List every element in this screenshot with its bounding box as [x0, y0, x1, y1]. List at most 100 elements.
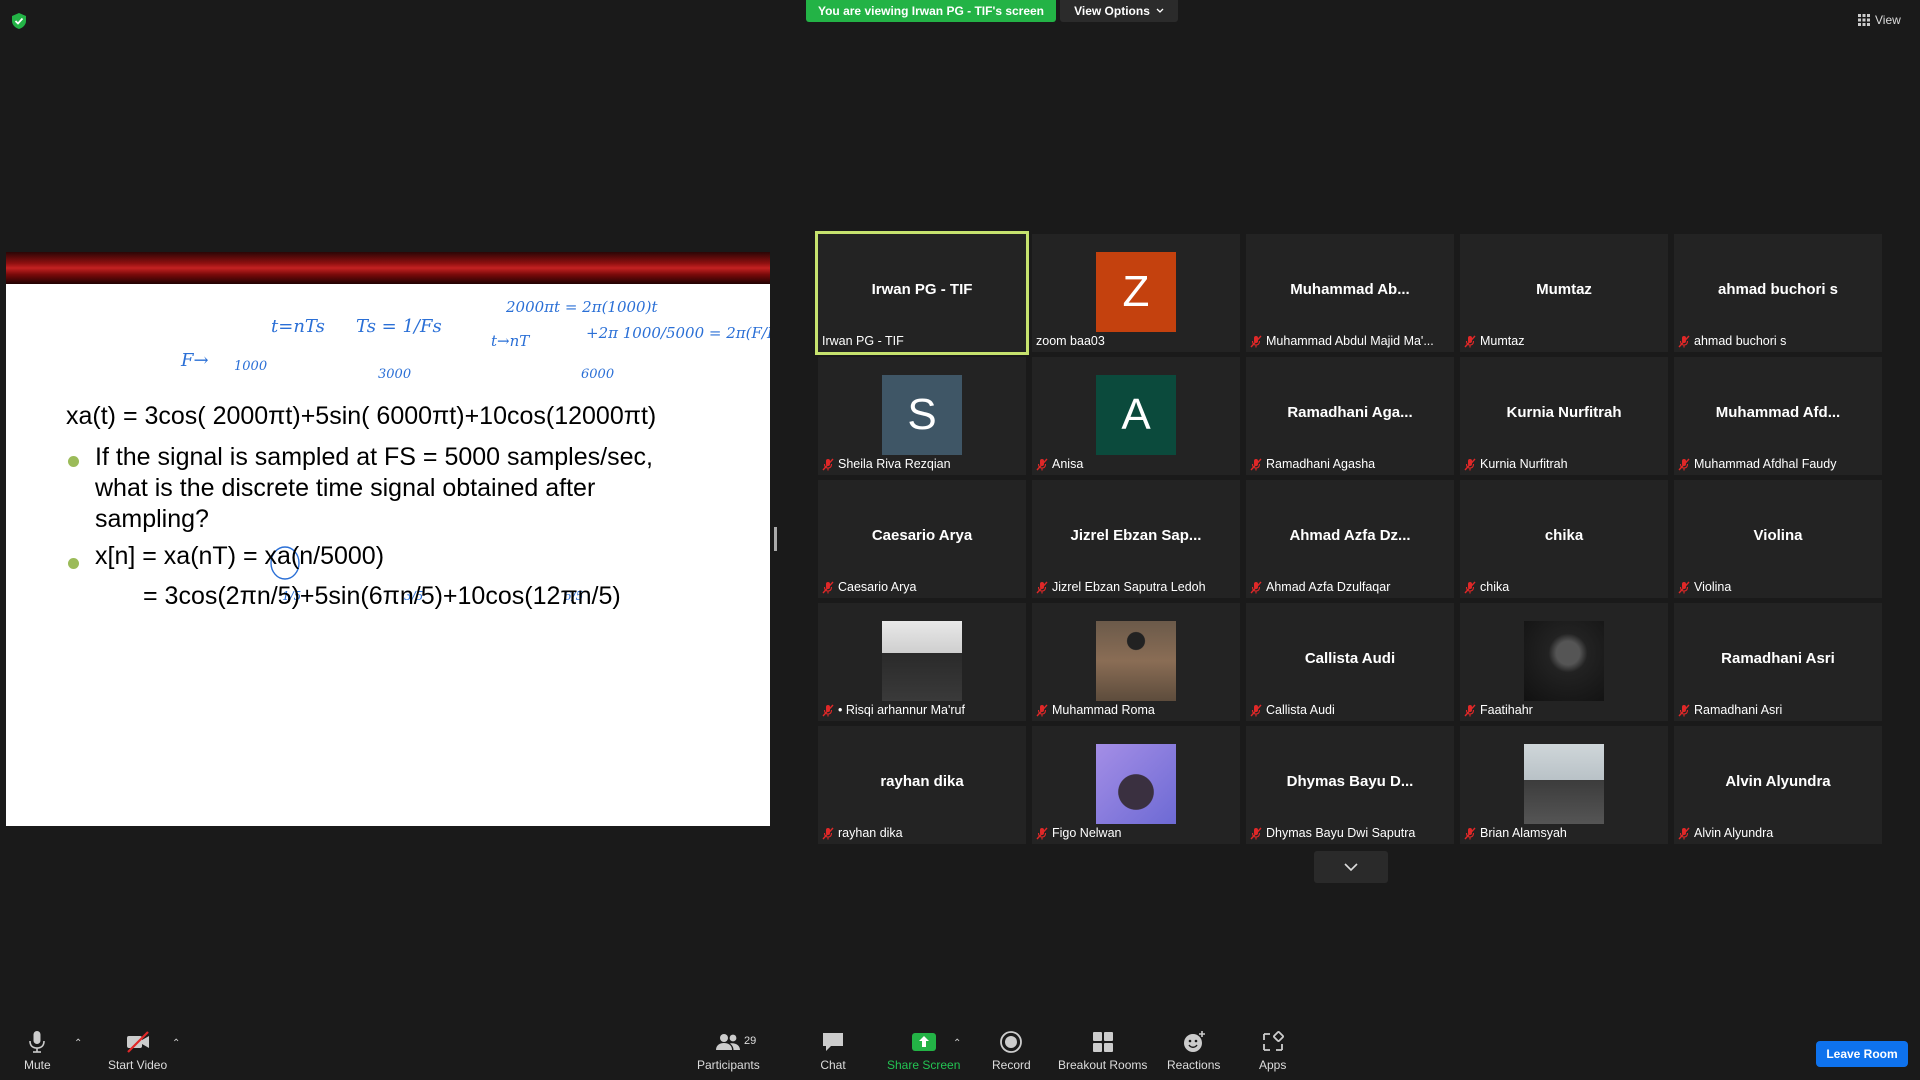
slide-result: = 3cos(2πn/5)+5sin(6πn/5)+10cos(12πn/5): [143, 582, 621, 610]
participant-name-text: • Risqi arhannur Ma'ruf: [838, 703, 965, 717]
participant-name-text: Ramadhani Asri: [1694, 703, 1783, 717]
muted-mic-icon: [1678, 458, 1690, 470]
participant-tile[interactable]: • Risqi arhannur Ma'ruf: [818, 603, 1026, 721]
muted-mic-icon: [1036, 704, 1048, 716]
grid-view-icon: [1858, 14, 1870, 26]
participant-name-text: Sheila Riva Rezqian: [838, 457, 951, 471]
participant-tile[interactable]: Muhammad Roma: [1032, 603, 1240, 721]
participant-tile[interactable]: Zzoom baa03: [1032, 234, 1240, 352]
participant-tile[interactable]: Mumtaz Mumtaz: [1460, 234, 1668, 352]
chat-label: Chat: [820, 1058, 846, 1072]
participant-name-text: Muhammad Afdhal Faudy: [1694, 457, 1837, 471]
chevron-down-icon: [1344, 862, 1358, 871]
participant-tile[interactable]: Ahmad Azfa Dz... Ahmad Azfa Dzulfaqar: [1246, 480, 1454, 598]
security-shield-icon[interactable]: [10, 12, 28, 30]
participant-tile[interactable]: Callista Audi Callista Audi: [1246, 603, 1454, 721]
muted-mic-icon: [1678, 581, 1690, 593]
record-button[interactable]: Record: [992, 1030, 1031, 1072]
participant-tile[interactable]: Muhammad Afd... Muhammad Afdhal Faudy: [1674, 357, 1882, 475]
participant-name-text: Jizrel Ebzan Saputra Ledoh: [1052, 580, 1206, 594]
video-options-caret[interactable]: ⌃: [172, 1038, 180, 1049]
participant-tile[interactable]: Brian Alamsyah: [1460, 726, 1668, 844]
muted-mic-icon: [1464, 458, 1476, 470]
participants-count: 29: [744, 1035, 757, 1047]
participant-tile[interactable]: Kurnia Nurfitrah Kurnia Nurfitrah: [1460, 357, 1668, 475]
annotation-3000: 3000: [378, 367, 411, 382]
participant-name-label: Faatihahr: [1464, 703, 1533, 717]
mute-button[interactable]: Mute: [24, 1030, 51, 1072]
participant-name-text: Violina: [1694, 580, 1732, 594]
start-video-button[interactable]: Start Video: [108, 1030, 167, 1072]
share-screen-button[interactable]: Share Screen: [887, 1030, 960, 1072]
reactions-button[interactable]: Reactions: [1167, 1030, 1220, 1072]
muted-mic-icon: [822, 704, 834, 716]
participant-display-name: Irwan PG - TIF: [871, 281, 973, 298]
participant-tile[interactable]: S Sheila Riva Rezqian: [818, 357, 1026, 475]
apps-icon: [1262, 1031, 1284, 1051]
participant-tile[interactable]: Figo Nelwan: [1032, 726, 1240, 844]
slide-bullet-sampling: If the signal is sampled at FS = 5000 sa…: [95, 443, 653, 533]
participant-display-name: Dhymas Bayu D...: [1286, 773, 1414, 790]
annotation-f-arrow: F→: [180, 350, 209, 371]
view-button[interactable]: View: [1858, 10, 1901, 30]
participant-tile[interactable]: Muhammad Ab... Muhammad Abdul Majid Ma'..…: [1246, 234, 1454, 352]
participant-tile[interactable]: A Anisa: [1032, 357, 1240, 475]
participant-tile[interactable]: chika chika: [1460, 480, 1668, 598]
participant-name-label: ahmad buchori s: [1678, 334, 1786, 348]
participant-display-name: Ramadhani Asri: [1721, 650, 1835, 667]
participant-name-label: Dhymas Bayu Dwi Saputra: [1250, 826, 1415, 840]
annotation-t-nt: t→nT: [491, 332, 530, 350]
participant-name-label: • Risqi arhannur Ma'ruf: [822, 703, 965, 717]
annotation-1000: 1000: [234, 359, 267, 374]
participant-display-name: ahmad buchori s: [1717, 281, 1839, 298]
annotation-fraction: +2π 1000/5000 = 2π(F/Fs): [586, 324, 770, 342]
participant-name-text: Callista Audi: [1266, 703, 1335, 717]
muted-mic-icon: [822, 581, 834, 593]
share-screen-icon: [911, 1033, 936, 1051]
profile-photo: [1096, 621, 1176, 701]
breakout-rooms-button[interactable]: Breakout Rooms: [1058, 1030, 1147, 1072]
muted-mic-icon: [1678, 335, 1690, 347]
participant-tile[interactable]: Faatihahr: [1460, 603, 1668, 721]
view-label: View: [1875, 13, 1901, 27]
participant-tile[interactable]: Dhymas Bayu D... Dhymas Bayu Dwi Saputra: [1246, 726, 1454, 844]
chat-button[interactable]: Chat: [820, 1030, 846, 1072]
muted-mic-icon: [1464, 335, 1476, 347]
microphone-icon: [29, 1031, 46, 1053]
participant-tile[interactable]: rayhan dika rayhan dika: [818, 726, 1026, 844]
muted-mic-icon: [1678, 704, 1690, 716]
participant-name-label: Jizrel Ebzan Saputra Ledoh: [1036, 580, 1206, 594]
apps-label: Apps: [1259, 1058, 1287, 1072]
participant-tile[interactable]: Ramadhani Aga... Ramadhani Agasha: [1246, 357, 1454, 475]
leave-room-button[interactable]: Leave Room: [1816, 1041, 1908, 1067]
profile-photo: [1524, 621, 1604, 701]
participant-name-label: Anisa: [1036, 457, 1083, 471]
audio-options-caret[interactable]: ⌃: [74, 1038, 82, 1049]
participant-tile[interactable]: Violina Violina: [1674, 480, 1882, 598]
share-options-caret[interactable]: ⌃: [953, 1038, 961, 1049]
gallery-next-page-button[interactable]: [1314, 851, 1388, 883]
annotation-6000: 6000: [581, 367, 614, 382]
participant-name-label: zoom baa03: [1036, 334, 1105, 348]
participant-tile[interactable]: ahmad buchori s ahmad buchori s: [1674, 234, 1882, 352]
chat-icon: [823, 1033, 843, 1051]
muted-mic-icon: [1250, 458, 1262, 470]
participant-tile[interactable]: Alvin Alyundra Alvin Alyundra: [1674, 726, 1882, 844]
split-view-handle[interactable]: [774, 527, 777, 551]
participant-name-text: Mumtaz: [1480, 334, 1525, 348]
participant-name-text: Muhammad Roma: [1052, 703, 1155, 717]
muted-mic-icon: [1464, 704, 1476, 716]
muted-mic-icon: [1464, 827, 1476, 839]
participant-tile[interactable]: Caesario Arya Caesario Arya: [818, 480, 1026, 598]
avatar: S: [882, 375, 962, 455]
participant-display-name: Mumtaz: [1536, 281, 1592, 298]
participant-tile[interactable]: Ramadhani Asri Ramadhani Asri: [1674, 603, 1882, 721]
muted-mic-icon: [1036, 827, 1048, 839]
participant-tile[interactable]: Jizrel Ebzan Sap... Jizrel Ebzan Saputra …: [1032, 480, 1240, 598]
view-options-button[interactable]: View Options: [1060, 0, 1178, 22]
slide-header-band: [6, 252, 770, 284]
apps-button[interactable]: Apps: [1259, 1030, 1286, 1072]
muted-mic-icon: [1250, 704, 1262, 716]
participant-tile[interactable]: Irwan PG - TIF Irwan PG - TIF: [815, 231, 1029, 355]
participant-name-text: rayhan dika: [838, 826, 903, 840]
